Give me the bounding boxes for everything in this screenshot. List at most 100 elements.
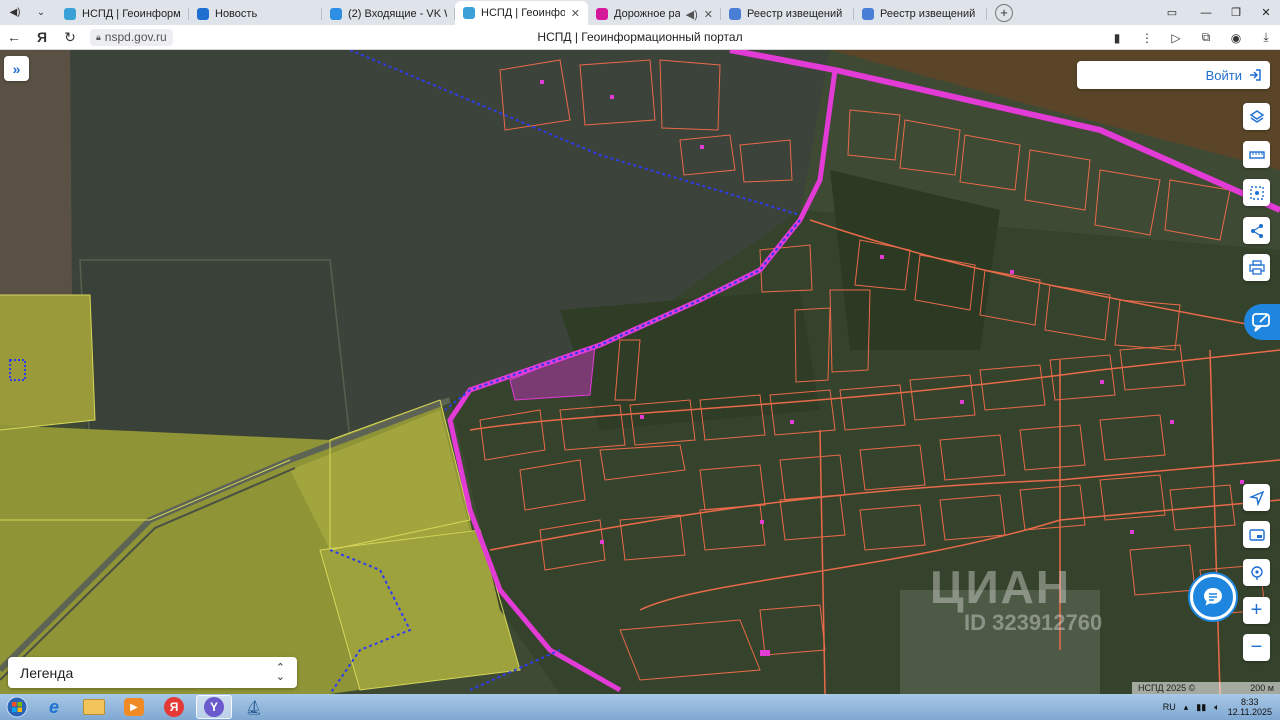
url-field[interactable]: 🔒︎ nspd.gov.ru — [90, 28, 173, 46]
reload-button[interactable]: ↻ — [56, 25, 84, 50]
chevron-updown-icon: ⌃ ⌄ — [275, 661, 285, 683]
more-icon[interactable]: ⋮ — [1135, 25, 1159, 50]
browser-tab-6[interactable]: Реестр извещений — [854, 3, 987, 25]
media-icon: ▶ — [124, 698, 144, 716]
tab-audio-icon[interactable]: ◀) — [686, 8, 698, 21]
ruler-icon — [1248, 150, 1265, 159]
tab-separator — [986, 8, 987, 20]
pin-search-button[interactable] — [1243, 559, 1270, 586]
pin-search-icon — [1250, 565, 1263, 580]
close-icon[interactable]: ✕ — [1252, 0, 1280, 25]
locate-icon — [1248, 490, 1264, 506]
tab-title: (2) Входящие - VK WorkM — [348, 8, 447, 20]
network-icon[interactable]: ▮▮ — [1196, 702, 1206, 713]
volume-icon[interactable]: 🔈︎ — [1214, 702, 1219, 713]
app-icon: ⛵︎ — [245, 698, 263, 715]
back-button[interactable]: ← — [0, 25, 28, 50]
tab-close-icon[interactable]: ✕ — [704, 8, 713, 21]
feedback-icon — [1252, 313, 1270, 332]
folder-icon — [83, 699, 105, 715]
select-area-button[interactable] — [1243, 179, 1270, 206]
login-label: Войти — [1205, 67, 1242, 83]
minimap-icon — [1248, 528, 1265, 541]
audio-icon[interactable]: ◀) — [4, 3, 26, 23]
minimize-icon[interactable]: — — [1192, 0, 1220, 25]
legend-label: Легенда — [20, 664, 74, 681]
yandex-icon[interactable]: Я — [28, 25, 56, 50]
print-button[interactable] — [1243, 254, 1270, 281]
browser-tab-5[interactable]: Реестр извещений — [721, 3, 854, 25]
tab-favicon-icon — [596, 8, 608, 20]
language-indicator[interactable]: RU — [1163, 702, 1176, 712]
bookmark-add-icon[interactable]: ▮ — [1105, 25, 1129, 50]
print-icon — [1248, 259, 1265, 275]
share-icon — [1250, 223, 1263, 238]
taskbar-yandex[interactable]: Я — [156, 695, 192, 719]
clock[interactable]: 8:33 12.11.2025 — [1228, 697, 1272, 717]
map-viewport[interactable]: » Войти + − ЦИАН ID 323912760 Легенда ⌃ … — [0, 50, 1280, 694]
tab-title: НСПД | Геоинформационн — [82, 8, 181, 20]
select-area-icon — [1249, 185, 1264, 200]
bookmark-icon[interactable]: ▭ — [1158, 0, 1186, 25]
browser-tab-0[interactable]: НСПД | Геоинформационн — [56, 3, 189, 25]
tab-title: НСПД | Геоинформаци — [481, 7, 565, 19]
feedback-button[interactable] — [1244, 304, 1280, 340]
chat-button[interactable] — [1190, 574, 1236, 620]
zoom-out-button[interactable]: − — [1243, 634, 1270, 661]
login-button[interactable]: Войти — [1077, 61, 1270, 89]
tab-favicon-icon — [729, 8, 741, 20]
extension-icon[interactable]: ◉ — [1224, 25, 1248, 50]
tab-title: Новость — [215, 8, 258, 20]
legend-dropdown[interactable]: Легенда ⌃ ⌄ — [8, 657, 297, 688]
layers-button[interactable] — [1243, 103, 1270, 130]
downloads-icon[interactable]: ⤓ — [1254, 25, 1278, 50]
clock-time: 8:33 — [1241, 697, 1259, 707]
taskbar-explorer[interactable] — [76, 695, 112, 719]
url-text: nspd.gov.ru — [104, 30, 167, 44]
taskbar-ie[interactable]: e — [36, 695, 72, 719]
layers-icon — [1249, 109, 1264, 123]
sidebar-toggle-button[interactable]: » — [4, 56, 29, 81]
tab-title: Дорожное радио — — [614, 8, 680, 20]
chat-icon — [1204, 588, 1222, 606]
locate-button[interactable] — [1243, 484, 1270, 511]
satellite-map[interactable] — [0, 50, 1280, 694]
taskbar-media[interactable]: ▶ — [116, 695, 152, 719]
browser-tab-1[interactable]: Новость — [189, 3, 322, 25]
tab-favicon-icon — [197, 8, 209, 20]
ruler-button[interactable] — [1243, 141, 1270, 168]
tab-close-icon[interactable]: ✕ — [571, 7, 580, 20]
restore-icon[interactable]: ❐ — [1222, 0, 1250, 25]
collections-icon[interactable]: ⧉ — [1194, 25, 1218, 50]
tab-title: Реестр извещений — [880, 8, 976, 20]
tab-favicon-icon — [862, 8, 874, 20]
start-button[interactable] — [2, 695, 32, 719]
taskbar-yandex-browser[interactable]: Y — [196, 695, 232, 719]
scale-text: 200 м — [1250, 683, 1274, 693]
page-title: НСПД | Геоинформационный портал — [537, 30, 743, 44]
new-tab-button[interactable]: + — [995, 3, 1013, 22]
lock-icon: 🔒︎ — [96, 31, 101, 42]
browser-tab-strip: ◀) ⌄ НСПД | Геоинформационн Новость (2) Вх… — [0, 0, 1280, 25]
address-bar: ← Я ↻ 🔒︎ nspd.gov.ru НСПД | Геоинформаци… — [0, 25, 1280, 50]
taskbar: e ▶ Я Y ⛵︎ RU ▴ ▮▮ 🔈︎ 8:33 12.11.2025 — [0, 694, 1280, 720]
minimap-button[interactable] — [1243, 521, 1270, 548]
tabs-menu-chevron-icon[interactable]: ⌄ — [30, 3, 52, 23]
zoom-in-button[interactable]: + — [1243, 597, 1270, 624]
zoom-in-icon: + — [1250, 599, 1263, 621]
browser-tab-4[interactable]: Дорожное радио — ◀) ✕ — [588, 3, 721, 25]
scale-bar: НСПД 2025 © 200 м — [1132, 682, 1280, 694]
browser-tab-2[interactable]: (2) Входящие - VK WorkM — [322, 3, 455, 25]
tab-favicon-icon — [330, 8, 342, 20]
copyright-text: НСПД 2025 © — [1138, 683, 1196, 693]
taskbar-app[interactable]: ⛵︎ — [236, 695, 272, 719]
share-button[interactable] — [1243, 217, 1270, 244]
yandex-browser-icon: Y — [204, 697, 224, 717]
tray-arrow-icon[interactable]: ▴ — [1184, 702, 1189, 713]
yandex-icon: Я — [164, 697, 184, 717]
tab-favicon-icon — [463, 7, 475, 19]
windows-logo-icon — [6, 696, 28, 718]
ie-icon: e — [48, 696, 59, 717]
player-icon[interactable]: ▷ — [1164, 25, 1188, 50]
browser-tab-3[interactable]: НСПД | Геоинформаци ✕ — [455, 1, 588, 25]
